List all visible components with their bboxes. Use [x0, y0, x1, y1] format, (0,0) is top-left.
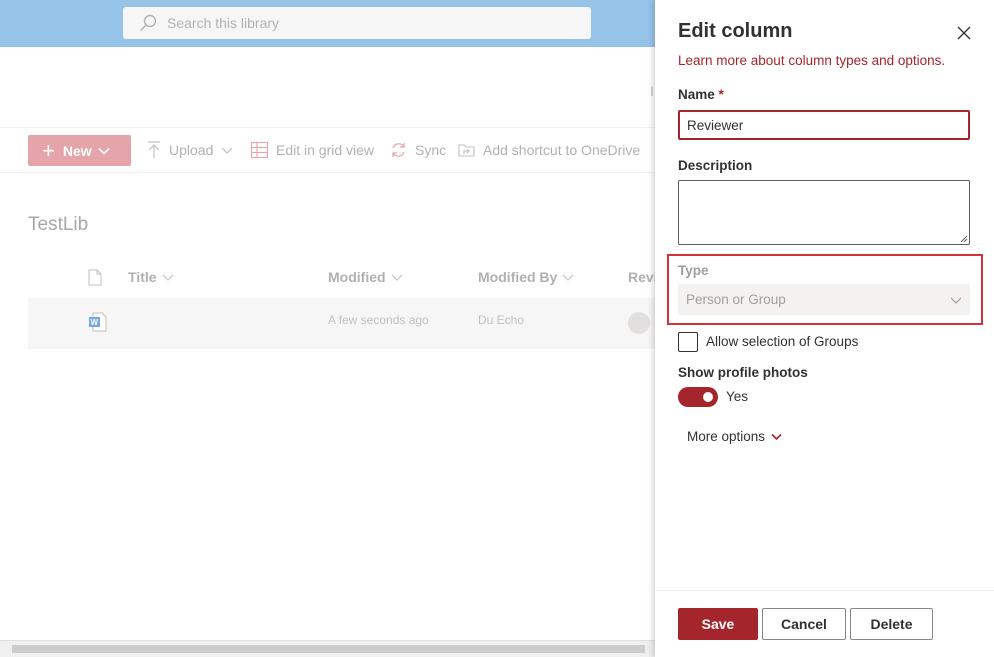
description-textarea[interactable]	[678, 180, 970, 245]
type-label: Type	[678, 263, 709, 278]
description-label: Description	[678, 158, 753, 173]
close-icon	[957, 26, 971, 40]
more-options-label: More options	[687, 429, 766, 444]
name-field-label: Name *	[678, 87, 724, 102]
save-button[interactable]: Save	[678, 608, 758, 640]
type-dropdown-value: Person or Group	[686, 292, 786, 307]
edit-column-panel: Edit column Learn more about column type…	[655, 0, 994, 657]
delete-button[interactable]: Delete	[850, 608, 933, 640]
toggle-knob	[703, 392, 713, 402]
allow-groups-checkbox[interactable]	[678, 332, 698, 352]
name-input[interactable]	[678, 110, 970, 140]
panel-overlay[interactable]	[0, 0, 655, 657]
panel-title: Edit column	[678, 20, 793, 42]
close-button[interactable]	[953, 22, 975, 44]
show-photos-toggle[interactable]	[678, 387, 718, 407]
cancel-button[interactable]: Cancel	[762, 608, 846, 640]
chevron-down-icon	[771, 433, 782, 441]
horizontal-scrollbar[interactable]	[0, 640, 655, 657]
allow-groups-label[interactable]: Allow selection of Groups	[706, 334, 858, 349]
show-photos-label: Show profile photos	[678, 365, 808, 380]
resize-grip-icon[interactable]	[960, 235, 968, 243]
learn-more-link[interactable]: Learn more about column types and option…	[678, 53, 945, 68]
footer-divider	[655, 590, 994, 591]
more-options-button[interactable]: More options	[687, 429, 782, 444]
required-marker: *	[718, 87, 724, 102]
type-dropdown: Person or Group	[678, 284, 970, 315]
show-photos-state: Yes	[726, 389, 749, 404]
scrollbar-thumb[interactable]	[12, 645, 645, 653]
name-label-text: Name	[678, 87, 715, 102]
chevron-down-icon	[950, 297, 962, 304]
